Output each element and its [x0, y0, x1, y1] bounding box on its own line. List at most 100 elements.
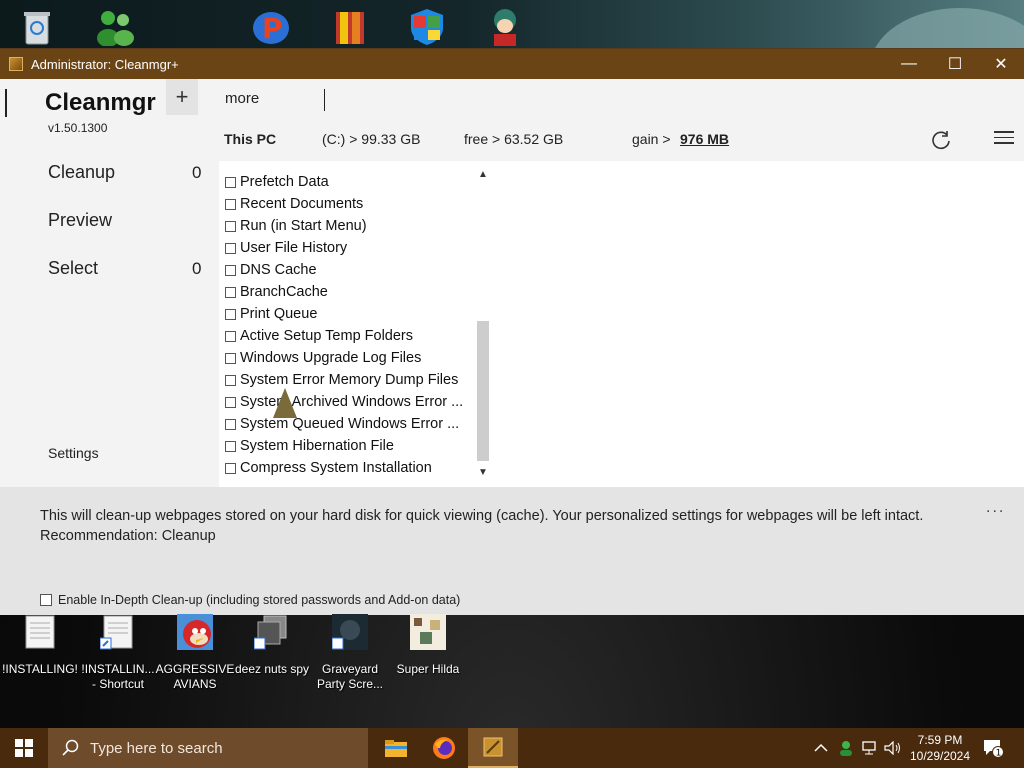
app-icon: [9, 57, 23, 71]
item-label: DNS Cache: [240, 262, 317, 278]
list-item[interactable]: System Archived Windows Error ...: [225, 391, 475, 413]
list-item[interactable]: DNS Cache: [225, 259, 475, 281]
list-item[interactable]: Print Queue: [225, 303, 475, 325]
search-icon: [62, 739, 79, 756]
list-item[interactable]: Prefetch Data: [225, 171, 475, 193]
this-pc-label[interactable]: This PC: [224, 131, 276, 147]
item-label: Active Setup Temp Folders: [240, 328, 414, 344]
desktop-icon-label: Graveyard Party Scre...: [316, 662, 384, 691]
nav-preview[interactable]: Preview: [48, 210, 112, 231]
tab-more[interactable]: more: [225, 90, 259, 107]
app-version: v1.50.1300: [48, 121, 108, 135]
desktop-icon[interactable]: AGGRESSIVE AVIANS: [155, 614, 235, 692]
archive-icon[interactable]: [330, 6, 372, 46]
item-checkbox[interactable]: [225, 308, 236, 320]
hamburger-menu-icon[interactable]: [994, 131, 1014, 147]
desktop-icon[interactable]: Super Hilda: [388, 614, 468, 677]
item-checkbox[interactable]: [225, 242, 236, 254]
item-checkbox[interactable]: [225, 374, 236, 386]
close-button[interactable]: ✕: [978, 49, 1024, 79]
firefox-icon[interactable]: [420, 728, 468, 768]
user-tray-icon[interactable]: [838, 728, 854, 768]
list-item[interactable]: System Queued Windows Error ...: [225, 413, 475, 435]
messenger-icon[interactable]: [94, 6, 136, 46]
desktop-icon-label: Super Hilda: [396, 662, 460, 676]
nav-settings[interactable]: Settings: [48, 445, 99, 461]
start-button[interactable]: [0, 728, 48, 768]
list-item[interactable]: System Hibernation File: [225, 435, 475, 457]
select-count: 0: [192, 259, 202, 278]
tab-separator: [324, 89, 325, 111]
item-checkbox[interactable]: [225, 462, 236, 474]
taskbar-search-input[interactable]: Type here to search: [48, 728, 368, 768]
item-checkbox[interactable]: [225, 396, 236, 408]
gain-value[interactable]: 976 MB: [680, 131, 729, 147]
item-checkbox[interactable]: [225, 352, 236, 364]
list-item[interactable]: Recent Documents: [225, 193, 475, 215]
cleanmgr-window: Administrator: Cleanmgr+ — ☐ ✕ Cleanmgr …: [0, 48, 1024, 615]
desktop-icon-label: deez nuts spy: [234, 662, 310, 676]
document-shortcut-icon: [99, 615, 133, 650]
maximize-button[interactable]: ☐: [932, 49, 978, 79]
minimize-button[interactable]: —: [886, 49, 932, 79]
cleanup-count: 0: [192, 163, 202, 182]
cleanmgr-taskbar-icon[interactable]: [468, 728, 518, 768]
item-checkbox[interactable]: [225, 440, 236, 452]
list-item[interactable]: Run (in Start Menu): [225, 215, 475, 237]
list-item[interactable]: Active Setup Temp Folders: [225, 325, 475, 347]
list-item[interactable]: System Error Memory Dump Files: [225, 369, 475, 391]
description-panel: This will clean-up webpages stored on yo…: [0, 487, 1024, 615]
item-label: Recent Documents: [240, 196, 364, 212]
item-label: BranchCache: [240, 284, 328, 300]
item-checkbox[interactable]: [225, 418, 236, 430]
item-checkbox[interactable]: [225, 198, 236, 210]
desktop-icon[interactable]: deez nuts spy: [232, 614, 312, 677]
nav-cleanup[interactable]: Cleanup: [48, 162, 115, 183]
desktop-icon-label: !INSTALLING!: [2, 662, 78, 676]
list-scrollbar[interactable]: ▲ ▼: [475, 167, 491, 479]
notification-center-icon[interactable]: 1: [982, 728, 1004, 768]
scroll-thumb[interactable]: [477, 321, 489, 461]
refresh-icon[interactable]: [930, 129, 952, 151]
desktop-icon[interactable]: !INSTALLING!: [0, 614, 80, 677]
scroll-track[interactable]: [475, 181, 491, 465]
item-checkbox[interactable]: [225, 264, 236, 276]
file-explorer-icon[interactable]: [372, 728, 420, 768]
item-checkbox[interactable]: [225, 286, 236, 298]
desktop-icon[interactable]: !INSTALLIN... - Shortcut: [78, 614, 158, 692]
in-depth-option[interactable]: Enable In-Depth Clean-up (including stor…: [40, 593, 460, 607]
item-checkbox[interactable]: [225, 330, 236, 342]
taskbar-clock[interactable]: 7:59 PM 10/29/2024: [900, 732, 980, 764]
more-options-button[interactable]: ...: [986, 499, 1005, 517]
desktop-icon[interactable]: Graveyard Party Scre...: [310, 614, 390, 692]
title-bar[interactable]: Administrator: Cleanmgr+ — ☐ ✕: [0, 49, 1024, 79]
tray-chevron-icon[interactable]: [814, 728, 828, 768]
nav-toggle-bar[interactable]: [5, 89, 7, 117]
nav-select[interactable]: Select: [48, 258, 98, 279]
list-item[interactable]: BranchCache: [225, 281, 475, 303]
drive-info-bar: This PC (C:) > 99.33 GB free > 63.52 GB …: [218, 127, 1024, 157]
list-item[interactable]: Compress System Installation: [225, 457, 475, 479]
add-tab-button[interactable]: +: [166, 79, 198, 115]
item-label: Compress System Installation: [240, 460, 432, 476]
scroll-up-icon[interactable]: ▲: [475, 167, 491, 181]
in-depth-checkbox[interactable]: [40, 594, 52, 606]
p-app-icon[interactable]: P: [250, 6, 292, 46]
network-icon[interactable]: [862, 728, 880, 768]
description-text: This will clean-up webpages stored on yo…: [40, 506, 923, 546]
recommendation-line: Recommendation: Cleanup: [40, 528, 216, 544]
anime-character-icon[interactable]: [484, 6, 526, 46]
item-checkbox[interactable]: [225, 220, 236, 232]
item-checkbox[interactable]: [225, 176, 236, 188]
notification-count: 1: [996, 749, 1002, 758]
spy-app-icon: [253, 615, 287, 650]
item-label: Run (in Start Menu): [240, 218, 367, 234]
list-item[interactable]: User File History: [225, 237, 475, 259]
scroll-down-icon[interactable]: ▼: [475, 465, 491, 479]
list-item[interactable]: Windows Upgrade Log Files: [225, 347, 475, 369]
recycle-bin-icon[interactable]: [16, 6, 58, 46]
item-label: Prefetch Data: [240, 174, 329, 190]
document-icon: [25, 615, 55, 649]
windows-shield-icon[interactable]: [406, 6, 448, 46]
taskbar: Type here to search 7:59 PM 10/29/2024 1: [0, 728, 1024, 768]
